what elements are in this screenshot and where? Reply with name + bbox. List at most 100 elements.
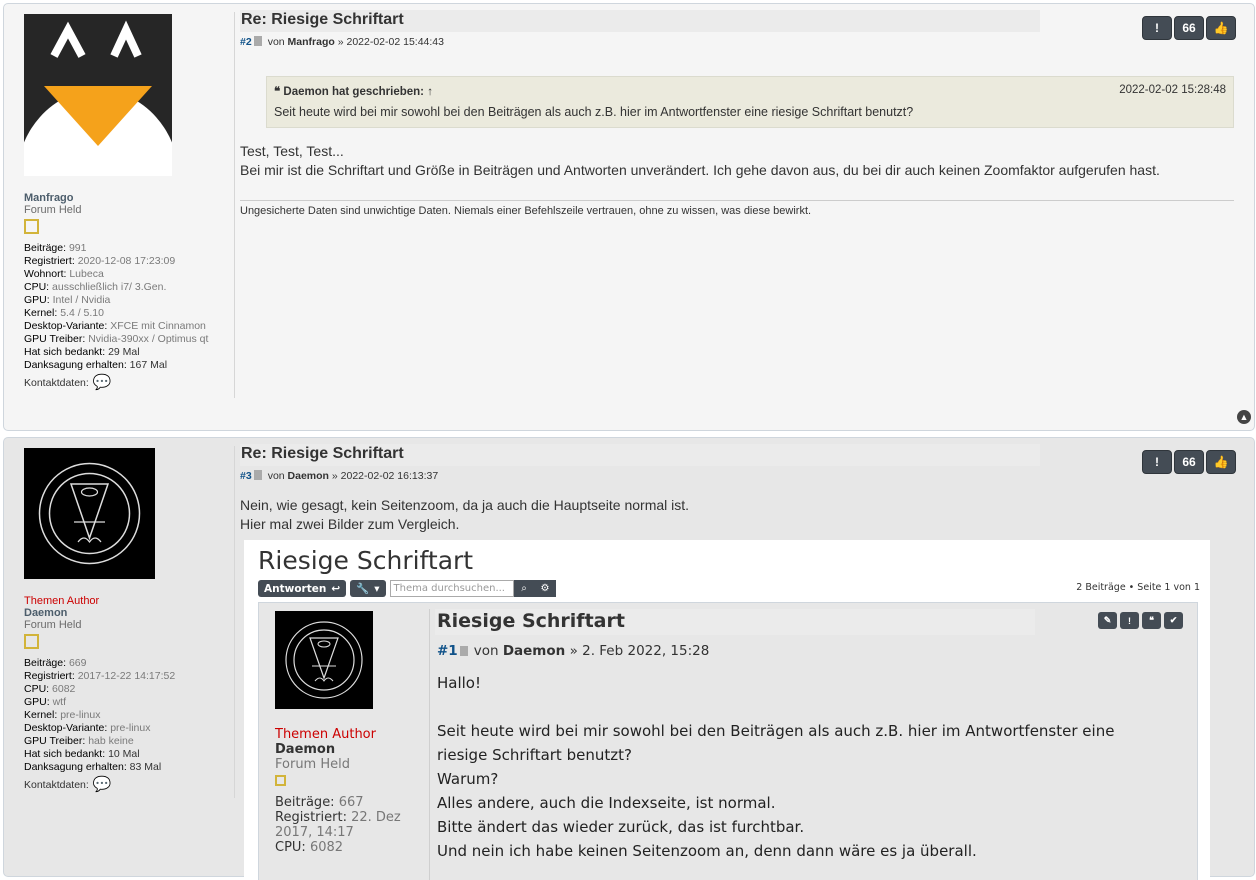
quote-text: Seit heute wird bei mir sowohl bei den B…	[274, 105, 914, 119]
contact-row: Kontaktdaten: 💬	[24, 375, 234, 390]
quote-button[interactable]: 66	[1174, 450, 1204, 474]
profile-divider	[234, 446, 235, 798]
quote-jump-link[interactable]: ↑	[427, 86, 433, 98]
speech-bubble-icon[interactable]: 💬	[93, 777, 112, 792]
profile-info-row: Desktop-Variante: XFCE mit Cinnamon	[24, 320, 206, 332]
quote-author: Daemon hat geschrieben:	[283, 86, 424, 98]
pencil-icon: ✎	[1098, 612, 1117, 629]
embedded-post-meta: #1 von Daemon » 2. Feb 2022, 15:28	[437, 643, 710, 659]
gear-icon: ⚙	[534, 580, 556, 597]
profile-info: Beiträge: 669 Registriert: 2017-12-22 14…	[24, 657, 234, 774]
post-author[interactable]: Manfrago	[288, 36, 335, 48]
reply-arrow-icon: ↩	[331, 582, 341, 595]
post-title[interactable]: Re: Riesige Schriftart	[240, 444, 1040, 466]
thanks-button[interactable]: 👍	[1206, 450, 1236, 474]
content-line: Bei mir ist die Schriftart und Größe in …	[240, 162, 1160, 178]
post-number[interactable]: #3	[240, 470, 252, 482]
embedded-reply-button: Antworten ↩	[258, 580, 347, 597]
post-number[interactable]: #2	[240, 36, 252, 48]
post-datetime: » 2022-02-02 16:13:37	[331, 470, 439, 482]
embedded-document-icon	[459, 646, 468, 656]
content-line: Nein, wie gesagt, kein Seitenzoom, da ja…	[240, 497, 690, 513]
quote-button[interactable]: 66	[1174, 16, 1204, 40]
post-datetime: » 2022-02-02 15:44:43	[337, 36, 444, 48]
quote-block: ❝ Daemon hat geschrieben: ↑ 2022-02-02 1…	[266, 76, 1234, 128]
chevron-down-icon: ▾	[374, 582, 380, 595]
embedded-post-title: Riesige Schriftart	[435, 609, 1035, 635]
profile-info-row: Kernel: 5.4 / 5.10	[24, 307, 104, 319]
quote-date: 2022-02-02 15:28:48	[1119, 84, 1226, 96]
profile-info-row: Beiträge: 669	[24, 657, 87, 669]
embedded-avatar	[275, 611, 373, 709]
embedded-screenshot[interactable]: Riesige Schriftart Antworten ↩ 🔧 ▾ Thema d…	[244, 540, 1210, 880]
post-content: Nein, wie gesagt, kein Seitenzoom, da ja…	[240, 496, 689, 534]
contact-label: Kontaktdaten:	[24, 377, 89, 389]
embedded-username: Daemon	[275, 742, 336, 757]
checkmark-icon: ✔	[1164, 612, 1183, 629]
profile-info-row: GPU Treiber: hab keine	[24, 735, 134, 747]
post-author[interactable]: Daemon	[288, 470, 329, 482]
embedded-tools-button: 🔧 ▾	[350, 580, 386, 597]
signature: Ungesicherte Daten sind unwichtige Daten…	[240, 200, 1234, 217]
document-icon[interactable]	[253, 36, 262, 46]
embedded-content-line: Und nein ich habe keinen Seitenzoom an, …	[437, 842, 977, 860]
contact-label: Kontaktdaten:	[24, 779, 89, 791]
profile-info-row: GPU Treiber: Nvidia-390xx / Optimus qt	[24, 333, 209, 345]
profile-info-row: Kernel: pre-linux	[24, 709, 101, 721]
embedded-rank: Forum Held	[275, 757, 350, 772]
profile-info-row: Registriert: 2020-12-08 17:23:09	[24, 255, 176, 267]
content-line: Hier mal zwei Bilder zum Vergleich.	[240, 516, 460, 532]
post-profile: Themen Author Daemon Forum Held Beiträge…	[24, 448, 234, 792]
profile-rank-title: Themen Author	[24, 595, 100, 607]
embedded-pagination: 2 Beiträge • Seite 1 von 1	[1076, 582, 1200, 593]
rank-icon	[24, 219, 39, 234]
exclamation-icon: !	[1120, 612, 1139, 629]
embedded-info-row: Beiträge: 667	[275, 795, 364, 810]
embedded-post-buttons: ✎ ! ❝ ✔	[1098, 612, 1183, 629]
avatar[interactable]	[24, 448, 155, 579]
rank-icon	[24, 634, 39, 649]
profile-username[interactable]: Manfrago	[24, 192, 234, 204]
post-title[interactable]: Re: Riesige Schriftart	[240, 10, 1040, 32]
thanks-button[interactable]: 👍	[1206, 16, 1236, 40]
profile-info-row: Danksagung erhalten: 167 Mal	[24, 359, 168, 371]
avatar[interactable]	[24, 14, 172, 176]
post-meta: #3 von Daemon » 2022-02-02 16:13:37	[240, 470, 439, 482]
embedded-content-line	[437, 695, 1197, 719]
embedded-info-row: CPU: 6082	[275, 840, 344, 855]
search-icon: ⌕	[513, 580, 535, 597]
wrench-icon: 🔧	[356, 583, 370, 595]
embedded-content-line: Warum?	[437, 770, 499, 788]
post-buttons: ! 66 👍	[1142, 16, 1236, 40]
profile-username[interactable]: Daemon	[24, 607, 234, 619]
quote-header: ❝ Daemon hat geschrieben: ↑ 2022-02-02 1…	[274, 84, 1226, 98]
embedded-topic-title: Riesige Schriftart	[258, 546, 474, 575]
back-to-top-icon[interactable]: ▲	[1237, 410, 1251, 424]
embedded-post: Themen Author Daemon Forum Held Beiträge…	[258, 602, 1198, 880]
embedded-info-row: Registriert: 22. Dez 2017, 14:17	[275, 810, 401, 840]
document-icon[interactable]	[253, 470, 262, 480]
profile-rank: Forum Held	[24, 619, 82, 631]
post-3: Themen Author Daemon Forum Held Beiträge…	[3, 437, 1255, 880]
profile-info-row: CPU: ausschließlich i7/ 3.Gen.	[24, 281, 167, 293]
embedded-content-line: Bitte ändert das wieder zurück, das ist …	[437, 818, 805, 836]
post-buttons: ! 66 👍	[1142, 450, 1236, 474]
profile-divider	[234, 12, 235, 398]
embedded-profile: Themen Author Daemon Forum Held Beiträge…	[275, 727, 425, 855]
profile-rank: Forum Held	[24, 204, 82, 216]
speech-bubble-icon[interactable]: 💬	[93, 375, 112, 390]
profile-info-row: CPU: 6082	[24, 683, 76, 695]
post-profile: Manfrago Forum Held Beiträge: 991 Regist…	[24, 14, 234, 390]
profile-info-row: Danksagung erhalten: 83 Mal	[24, 761, 162, 773]
profile-info: Beiträge: 991 Registriert: 2020-12-08 17…	[24, 242, 234, 372]
profile-info-row: Hat sich bedankt: 10 Mal	[24, 748, 140, 760]
profile-info-row: GPU: wtf	[24, 696, 67, 708]
report-button[interactable]: !	[1142, 450, 1172, 474]
content-line: Test, Test, Test...	[240, 143, 344, 159]
quote-icon: ❝	[1142, 612, 1161, 629]
embedded-post-content: Hallo! Seit heute wird bei mir sowohl be…	[437, 671, 1197, 863]
contact-row: Kontaktdaten: 💬	[24, 777, 234, 792]
embedded-rank-icon	[275, 775, 286, 786]
embedded-content-line: riesige Schriftart benutzt?	[437, 746, 632, 764]
report-button[interactable]: !	[1142, 16, 1172, 40]
